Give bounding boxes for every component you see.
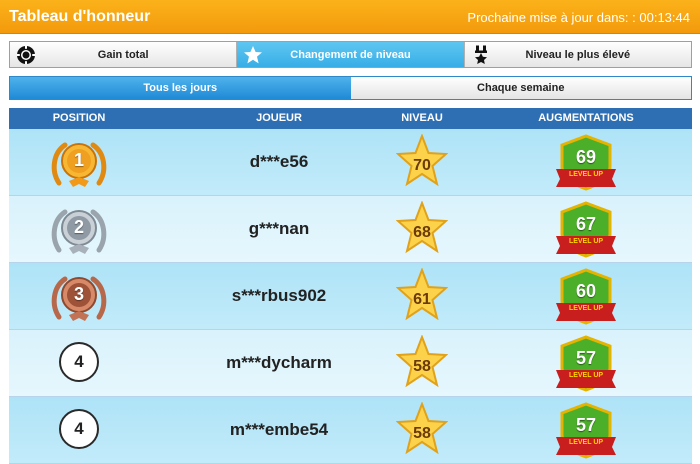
page-title: Tableau d'honneur [9, 8, 151, 25]
gold-medal-icon: 1 [47, 137, 111, 189]
level-up-badge-icon: 57 LEVEL UP [554, 334, 618, 394]
player-name: m***embe54 [229, 420, 329, 439]
level-star-icon: 68 [396, 201, 448, 257]
level-up-badge-icon: 69 LEVEL UP [554, 133, 618, 193]
increase-value: 57 [575, 415, 597, 435]
rank-circle: 4 [59, 409, 99, 449]
rank-number: 3 [73, 284, 84, 304]
next-update-countdown: Prochaine mise à jour dans: : 00:13:44 [467, 10, 690, 25]
table-row: 4 m***embe54 58 57 LEVEL UP [9, 397, 692, 464]
rank-circle: 4 [59, 342, 99, 382]
level-up-badge-icon: 57 LEVEL UP [554, 401, 618, 461]
level-up-badge-icon: 67 LEVEL UP [554, 200, 618, 260]
increase-value: 69 [575, 147, 597, 167]
column-header-position: POSITION [52, 112, 106, 124]
increase-value: 67 [575, 214, 597, 234]
bronze-medal-icon: 3 [47, 271, 111, 323]
level-star-icon: 61 [396, 268, 448, 324]
level-star-icon: 58 [396, 402, 448, 458]
tab-total-gain[interactable]: Gain total [10, 42, 238, 67]
level-value: 61 [413, 291, 431, 308]
rank-number: 2 [73, 217, 84, 237]
level-up-label: LEVEL UP [568, 238, 604, 245]
level-value: 70 [413, 157, 431, 174]
tab-label: Niveau le plus élevé [525, 48, 631, 61]
increase-value: 60 [575, 281, 597, 301]
chip-icon [16, 45, 36, 65]
tab-daily[interactable]: Tous les jours [10, 77, 351, 99]
player-name: d***e56 [249, 152, 309, 171]
tab-label: Gain total [97, 48, 149, 61]
tab-label: Changement de niveau [290, 48, 411, 61]
table-row: 3 s***rbus902 61 60 LEVEL UP [9, 263, 692, 330]
increase-value: 57 [575, 348, 597, 368]
period-tabs: Tous les jours Chaque semaine [9, 76, 692, 100]
level-value: 58 [413, 425, 431, 442]
table-row: 1 d***e56 70 69 LEVEL UP [9, 129, 692, 196]
level-star-icon: 58 [396, 335, 448, 391]
player-name: s***rbus902 [231, 286, 327, 305]
column-header-increase: AUGMENTATIONS [538, 112, 634, 124]
level-up-badge-icon: 60 LEVEL UP [554, 267, 618, 327]
level-up-label: LEVEL UP [568, 372, 604, 379]
table-header: POSITION JOUEUR NIVEAU AUGMENTATIONS [9, 108, 692, 129]
level-up-label: LEVEL UP [568, 171, 604, 178]
title-bar: Tableau d'honneur Prochaine mise à jour … [0, 0, 700, 34]
level-up-label: LEVEL UP [568, 439, 604, 446]
table-row: 2 g***nan 68 67 LEVEL UP [9, 196, 692, 263]
level-value: 58 [413, 358, 431, 375]
star-icon [244, 46, 263, 64]
medal-icon [474, 45, 487, 64]
tab-level-change[interactable]: Changement de niveau [237, 42, 465, 67]
level-value: 68 [413, 224, 431, 241]
player-name: g***nan [248, 219, 310, 238]
tab-highest-level[interactable]: Niveau le plus élevé [464, 42, 691, 67]
tab-weekly[interactable]: Chaque semaine [350, 77, 691, 99]
column-header-player: JOUEUR [256, 112, 302, 124]
silver-medal-icon: 2 [47, 204, 111, 256]
table-row: 4 m***dycharm 58 57 LEVEL UP [9, 330, 692, 397]
rank-number: 1 [73, 150, 84, 170]
column-header-level: NIVEAU [401, 112, 443, 124]
level-star-icon: 70 [396, 134, 448, 190]
player-name: m***dycharm [226, 353, 332, 372]
level-up-label: LEVEL UP [568, 305, 604, 312]
category-tabs: Gain total Changement de niveau Niveau l… [9, 41, 692, 68]
